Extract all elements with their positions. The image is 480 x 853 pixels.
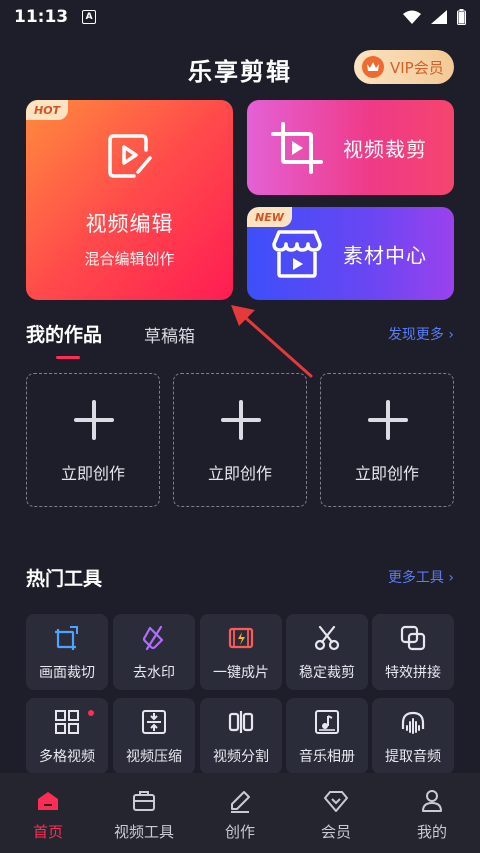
tool-label: 去水印 <box>133 665 175 681</box>
tool-music-album[interactable]: 音乐相册 <box>286 698 368 774</box>
grid-icon <box>55 710 79 734</box>
create-slot-1[interactable]: 立即创作 <box>26 373 160 507</box>
scissors-icon <box>314 625 340 651</box>
diamond-icon <box>324 791 348 812</box>
eraser-icon <box>142 625 164 651</box>
tool-extract-audio[interactable]: 提取音频 <box>372 698 454 774</box>
header: 乐享剪辑 VIP会员 <box>0 40 480 96</box>
create-label: 立即创作 <box>207 464 272 483</box>
tool-remove-watermark[interactable]: 去水印 <box>113 614 195 690</box>
crown-icon <box>362 56 384 78</box>
new-tag: NEW <box>247 207 292 227</box>
nav-label: 视频工具 <box>113 823 174 841</box>
tool-label: 多格视频 <box>39 749 95 765</box>
tool-compress[interactable]: 视频压缩 <box>113 698 195 774</box>
plus-icon <box>221 400 261 440</box>
create-label: 立即创作 <box>354 464 419 483</box>
tool-crop[interactable]: 画面裁切 <box>26 614 108 690</box>
wifi-icon <box>403 10 421 24</box>
nav-label: 创作 <box>224 823 255 841</box>
more-tools-link[interactable]: 更多工具 › <box>388 567 454 587</box>
tool-label: 一键成片 <box>213 665 269 681</box>
signal-icon <box>431 10 447 24</box>
nav-member[interactable]: 会员 <box>288 773 384 853</box>
hot-tag: HOT <box>26 100 69 120</box>
video-edit-title: 视频编辑 <box>85 212 174 236</box>
plus-icon <box>74 400 114 440</box>
tool-one-click-film[interactable]: 一键成片 <box>200 614 282 690</box>
video-crop-label: 视频裁剪 <box>343 137 427 161</box>
tool-multi-grid[interactable]: 多格视频 <box>26 698 108 774</box>
battery-icon <box>457 9 466 25</box>
home-icon <box>38 792 58 810</box>
crop-icon <box>55 626 78 650</box>
status-time: 11:13 <box>14 7 69 27</box>
tool-label: 画面裁切 <box>39 665 95 681</box>
create-slot-3[interactable]: 立即创作 <box>320 373 454 507</box>
vip-button[interactable]: VIP会员 <box>354 50 454 84</box>
waveform-icon <box>401 711 425 734</box>
tool-split[interactable]: 视频分割 <box>200 698 282 774</box>
tool-label: 视频分割 <box>213 749 269 765</box>
overlap-squares-icon <box>400 625 426 651</box>
notification-badge: A <box>82 10 97 24</box>
create-label: 立即创作 <box>60 464 125 483</box>
status-bar: 11:13 A <box>0 0 480 34</box>
nav-home[interactable]: 首页 <box>0 773 96 853</box>
nav-video-tools[interactable]: 视频工具 <box>96 773 192 853</box>
tool-label: 音乐相册 <box>299 749 355 765</box>
music-album-icon <box>315 710 339 734</box>
video-edit-subtitle: 混合编辑创作 <box>84 250 175 268</box>
pen-icon <box>231 791 250 813</box>
nav-label: 首页 <box>32 823 63 841</box>
nav-create[interactable]: 创作 <box>192 773 288 853</box>
nav-label: 我的 <box>416 823 447 841</box>
bottom-nav: 首页 视频工具 创作 会员 我的 <box>0 773 480 853</box>
tool-effect-stitch[interactable]: 特效拼接 <box>372 614 454 690</box>
create-slot-2[interactable]: 立即创作 <box>173 373 307 507</box>
plus-icon <box>368 400 408 440</box>
split-icon <box>228 711 254 733</box>
tool-label: 视频压缩 <box>126 749 182 765</box>
tool-label: 特效拼接 <box>385 665 441 681</box>
tab-active-indicator <box>56 356 80 359</box>
nav-mine[interactable]: 我的 <box>384 773 480 853</box>
nav-label: 会员 <box>320 823 351 841</box>
discover-more-link[interactable]: 发现更多 › <box>388 324 454 344</box>
vip-label: VIP会员 <box>390 58 444 77</box>
hot-tools-title: 热门工具 <box>26 568 103 590</box>
tab-my-works[interactable]: 我的作品 <box>26 320 102 347</box>
status-icons <box>403 9 466 25</box>
store-icon <box>272 229 322 278</box>
tab-drafts[interactable]: 草稿箱 <box>144 322 195 347</box>
crop-video-icon <box>271 121 323 174</box>
toolbox-icon <box>133 791 155 811</box>
film-flash-icon <box>228 627 254 649</box>
compress-icon <box>142 710 166 734</box>
material-center-card[interactable]: NEW 素材中心 <box>247 207 454 300</box>
video-edit-icon <box>108 134 152 178</box>
material-center-label: 素材中心 <box>343 243 427 267</box>
new-dot-badge <box>88 710 94 716</box>
works-tabs: 我的作品 草稿箱 发现更多 › <box>26 320 454 360</box>
user-icon <box>422 790 442 812</box>
video-crop-card[interactable]: 视频裁剪 <box>247 100 454 195</box>
tool-label: 稳定裁剪 <box>299 665 355 681</box>
tool-stable-crop[interactable]: 稳定裁剪 <box>286 614 368 690</box>
tool-label: 提取音频 <box>385 749 441 765</box>
video-edit-card[interactable]: HOT 视频编辑 混合编辑创作 <box>26 100 233 300</box>
